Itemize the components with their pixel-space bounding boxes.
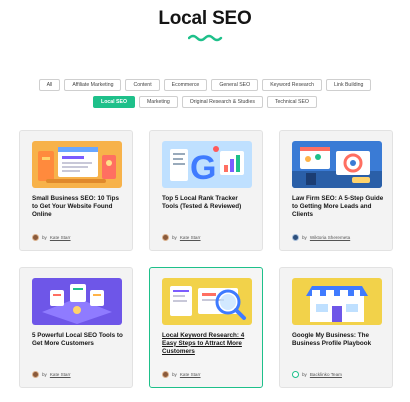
filter-keyword-research[interactable]: Keyword Research <box>262 79 323 91</box>
author-by: by <box>302 371 307 377</box>
author-link[interactable]: Wiktoria Sheremeta <box>310 235 350 240</box>
filter-affiliate-marketing[interactable]: Affiliate Marketing <box>64 79 122 91</box>
author-avatar <box>162 370 169 378</box>
article-thumbnail <box>292 141 382 188</box>
author-link[interactable]: Kate Starr <box>50 235 71 240</box>
article-thumbnail <box>32 141 122 188</box>
article-thumbnail <box>162 278 252 325</box>
article-card[interactable]: Google My Business: The Business Profile… <box>279 267 393 388</box>
author-avatar <box>32 233 39 241</box>
filter-all[interactable]: All <box>38 79 61 91</box>
author-link[interactable]: Kate Starr <box>180 372 201 377</box>
article-card[interactable]: 5 Powerful Local SEO Tools to Get More C… <box>19 267 133 388</box>
svg-text:G: G <box>190 149 216 187</box>
author-by: by <box>302 234 307 240</box>
author-by: by <box>42 234 47 240</box>
filter-row-1: All Affiliate Marketing Content Ecommerc… <box>0 79 410 91</box>
filter-local-seo[interactable]: Local SEO <box>93 96 135 108</box>
article-title[interactable]: Google My Business: The Business Profile… <box>292 332 384 348</box>
article-card[interactable]: Small Business SEO: 10 Tips to Get Your … <box>19 130 133 251</box>
article-title[interactable]: Local Keyword Research: 4 Easy Steps to … <box>162 332 254 355</box>
filter-content[interactable]: Content <box>125 79 160 91</box>
article-author: by Wiktoria Sheremeta <box>292 232 350 242</box>
filter-link-building[interactable]: Link Building <box>326 79 372 91</box>
article-card[interactable]: G Top 5 Local Rank Tracker Tools (Tested… <box>149 130 263 251</box>
author-avatar <box>292 233 299 241</box>
article-title[interactable]: Small Business SEO: 10 Tips to Get Your … <box>32 195 124 218</box>
article-thumbnail <box>292 278 382 325</box>
author-by: by <box>42 371 47 377</box>
article-title[interactable]: Law Firm SEO: A 5-Step Guide to Getting … <box>292 195 384 218</box>
article-author: by Kate Starr <box>162 369 201 379</box>
filter-marketing[interactable]: Marketing <box>138 96 178 108</box>
article-thumbnail: G <box>162 141 252 188</box>
squiggle-decoration <box>188 34 223 42</box>
article-author: by Kate Starr <box>32 232 71 242</box>
filter-original-research[interactable]: Original Research & Studies <box>181 96 263 108</box>
article-card[interactable]: Local Keyword Research: 4 Easy Steps to … <box>149 267 263 388</box>
article-thumbnail <box>32 278 122 325</box>
backlinko-logo-icon <box>292 370 299 378</box>
author-avatar <box>32 370 39 378</box>
article-author: by Kate Starr <box>32 369 71 379</box>
author-avatar <box>162 233 169 241</box>
filter-general-seo[interactable]: General SEO <box>211 79 259 91</box>
author-by: by <box>172 371 177 377</box>
article-card[interactable]: Law Firm SEO: A 5-Step Guide to Getting … <box>279 130 393 251</box>
author-link[interactable]: Kate Starr <box>180 235 201 240</box>
article-title[interactable]: Top 5 Local Rank Tracker Tools (Tested &… <box>162 195 254 211</box>
filter-ecommerce[interactable]: Ecommerce <box>163 79 208 91</box>
author-link[interactable]: Kate Starr <box>50 372 71 377</box>
author-by: by <box>172 234 177 240</box>
article-author: by Backlinko Team <box>292 369 342 379</box>
filter-technical-seo[interactable]: Technical SEO <box>266 96 317 108</box>
category-filters: All Affiliate Marketing Content Ecommerc… <box>0 79 410 113</box>
article-author: by Kate Starr <box>162 232 201 242</box>
page-title: Local SEO <box>158 8 252 29</box>
author-link[interactable]: Backlinko Team <box>310 372 342 377</box>
article-title[interactable]: 5 Powerful Local SEO Tools to Get More C… <box>32 332 124 348</box>
filter-row-2: Local SEO Marketing Original Research & … <box>0 96 410 108</box>
